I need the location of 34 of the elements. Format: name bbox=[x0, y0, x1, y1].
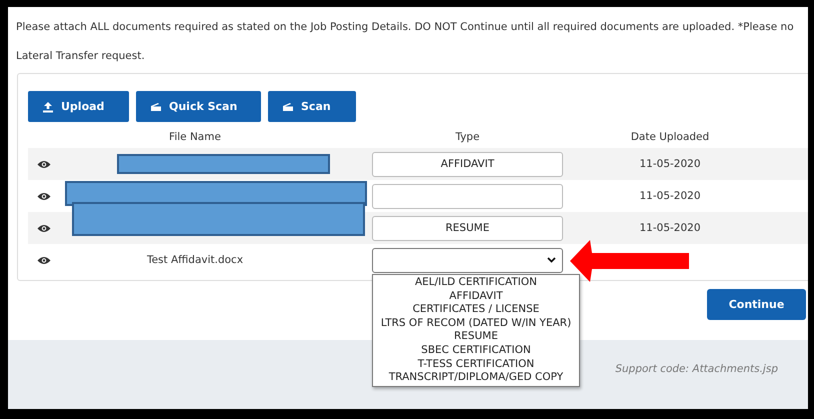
chevron-down-icon bbox=[547, 257, 556, 263]
dropdown-option[interactable]: AFFIDAVIT bbox=[373, 290, 579, 304]
scanner-icon bbox=[150, 102, 162, 112]
support-code: Support code: Attachments.jsp bbox=[615, 362, 778, 374]
continue-button[interactable]: Continue bbox=[707, 289, 806, 320]
notice-text: Please attach ALL documents required as stated on the Job Posting Details. DO NOT Continue until all required documents are uploaded. *Please no bbox=[15, 20, 795, 34]
toolbar-button[interactable]: Quick Scan bbox=[136, 91, 261, 122]
toolbar-button[interactable]: Scan bbox=[268, 91, 356, 122]
dropdown-option[interactable]: LTRS OF RECOM (DATED W/IN YEAR) bbox=[373, 316, 579, 330]
upload-icon bbox=[42, 100, 54, 112]
toolbar-button[interactable]: Upload bbox=[28, 91, 129, 122]
scanner-icon bbox=[282, 102, 294, 112]
dropdown-option[interactable]: TRANSCRIPT/DIPLOMA/GED COPY bbox=[373, 371, 579, 385]
column-header: Type bbox=[454, 131, 481, 143]
type-field[interactable] bbox=[372, 184, 563, 208]
column-header: File Name bbox=[168, 131, 222, 143]
notice-text: Lateral Transfer request. bbox=[15, 49, 146, 63]
dropdown-option[interactable]: CERTIFICATES / LICENSE bbox=[373, 303, 579, 317]
date-text: 11-05-2020 bbox=[639, 222, 701, 234]
eye-icon[interactable] bbox=[37, 192, 51, 200]
eye-icon[interactable] bbox=[37, 256, 51, 264]
date-text: 11-05-2020 bbox=[639, 190, 701, 202]
eye-icon[interactable] bbox=[37, 224, 51, 232]
type-field[interactable]: RESUME bbox=[372, 216, 563, 240]
dropdown-option[interactable]: RESUME bbox=[373, 330, 579, 344]
date-text: 11-05-2020 bbox=[639, 158, 701, 170]
dropdown-option[interactable]: SBEC CERTIFICATION bbox=[373, 344, 579, 358]
dropdown-option[interactable]: AEL/ILD CERTIFICATION bbox=[373, 276, 579, 290]
type-field[interactable]: AFFIDAVIT bbox=[372, 152, 563, 176]
type-dropdown[interactable] bbox=[372, 248, 563, 272]
dropdown-option[interactable]: T-TESS CERTIFICATION bbox=[373, 358, 579, 372]
file-name: Test Affidavit.docx bbox=[146, 254, 244, 266]
eye-icon[interactable] bbox=[37, 160, 51, 168]
column-header: Date Uploaded bbox=[630, 131, 710, 143]
